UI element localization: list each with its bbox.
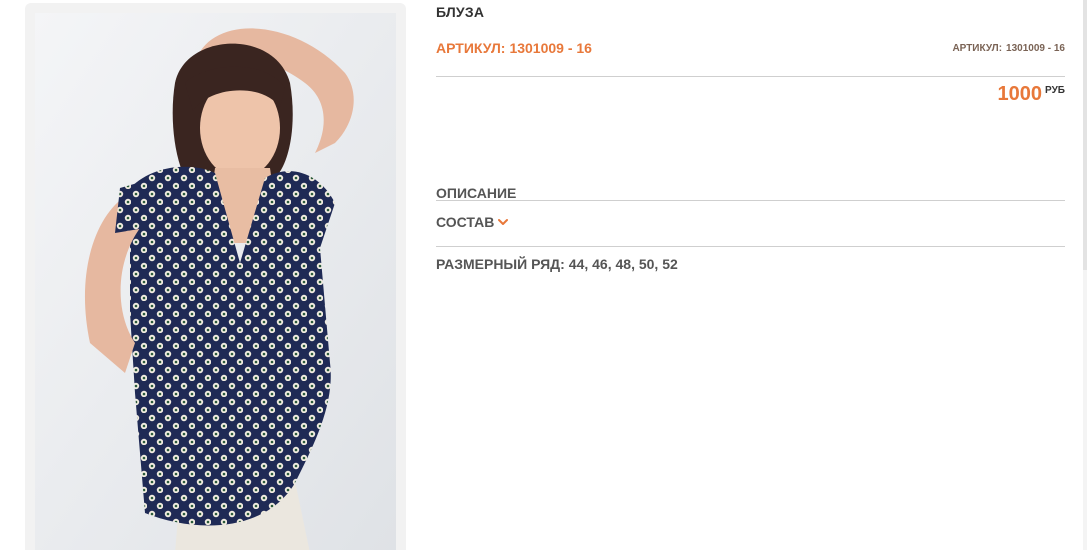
scrollbar-thumb[interactable]: [1083, 0, 1087, 270]
composition-toggle[interactable]: СОСТАВ: [436, 214, 509, 230]
size-range-values: 44, 46, 48, 50, 52: [568, 256, 678, 272]
article-label: АРТИКУЛ:: [436, 40, 506, 56]
product-title: БЛУЗА: [436, 4, 485, 20]
divider: [436, 76, 1065, 77]
article-label-secondary: АРТИКУЛ:: [952, 43, 1003, 54]
price-value: 1000: [997, 83, 1043, 105]
product-photo-illustration: [35, 13, 396, 550]
description-heading[interactable]: ОПИСАНИЕ: [436, 185, 516, 201]
article-number-secondary: АРТИКУЛ: 1301009 - 16: [952, 43, 1065, 54]
product-page: БЛУЗА АРТИКУЛ: 1301009 - 16 АРТИКУЛ: 13010…: [0, 0, 1087, 550]
composition-heading: СОСТАВ: [436, 214, 495, 230]
size-range: РАЗМЕРНЫЙ РЯД: 44, 46, 48, 50, 52: [436, 256, 678, 272]
article-number: АРТИКУЛ: 1301009 - 16: [436, 40, 592, 56]
article-value-secondary: 1301009 - 16: [1006, 43, 1065, 54]
product-photo[interactable]: [35, 13, 396, 550]
divider: [436, 200, 1065, 201]
chevron-down-icon: [498, 219, 509, 225]
size-range-label: РАЗМЕРНЫЙ РЯД:: [436, 256, 565, 272]
price: 1000 РУБ: [998, 83, 1065, 105]
price-currency: РУБ: [1045, 85, 1065, 96]
divider: [436, 246, 1065, 247]
article-value: 1301009 - 16: [509, 40, 592, 56]
